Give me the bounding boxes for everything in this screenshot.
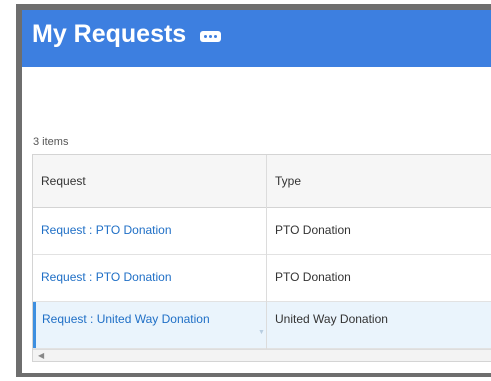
column-divider [266, 155, 267, 349]
horizontal-scrollbar[interactable]: ◀ [33, 349, 491, 361]
table-header-row: Request Type [33, 155, 491, 208]
items-count: 3 items [33, 136, 69, 148]
table-row[interactable]: Request : PTO Donation PTO Donation [33, 255, 491, 302]
request-link[interactable]: Request : United Way Donation [42, 312, 210, 326]
table-row[interactable]: Request : PTO Donation PTO Donation [33, 208, 491, 255]
report-window: My Requests 3 items Request Type Request… [22, 10, 491, 373]
requests-table: Request Type Request : PTO Donation PTO … [32, 154, 491, 362]
column-header-type[interactable]: Type [275, 174, 301, 188]
page-title: My Requests [32, 20, 187, 48]
type-cell: PTO Donation [275, 223, 351, 237]
selection-indicator [33, 302, 36, 348]
column-header-request[interactable]: Request [41, 174, 86, 188]
ellipsis-icon [209, 35, 212, 38]
request-link[interactable]: Request : PTO Donation [41, 270, 172, 284]
ellipsis-icon [214, 35, 217, 38]
caret-down-icon[interactable]: ▼ [258, 329, 265, 336]
page-header: My Requests [22, 10, 491, 67]
request-link[interactable]: Request : PTO Donation [41, 223, 172, 237]
ellipsis-icon [204, 35, 207, 38]
type-cell: PTO Donation [275, 270, 351, 284]
chevron-left-icon[interactable]: ◀ [38, 351, 44, 360]
related-actions-button[interactable] [200, 31, 221, 42]
type-cell: United Way Donation [275, 312, 388, 326]
table-row-selected[interactable]: Request : United Way Donation ▼ United W… [33, 302, 491, 349]
